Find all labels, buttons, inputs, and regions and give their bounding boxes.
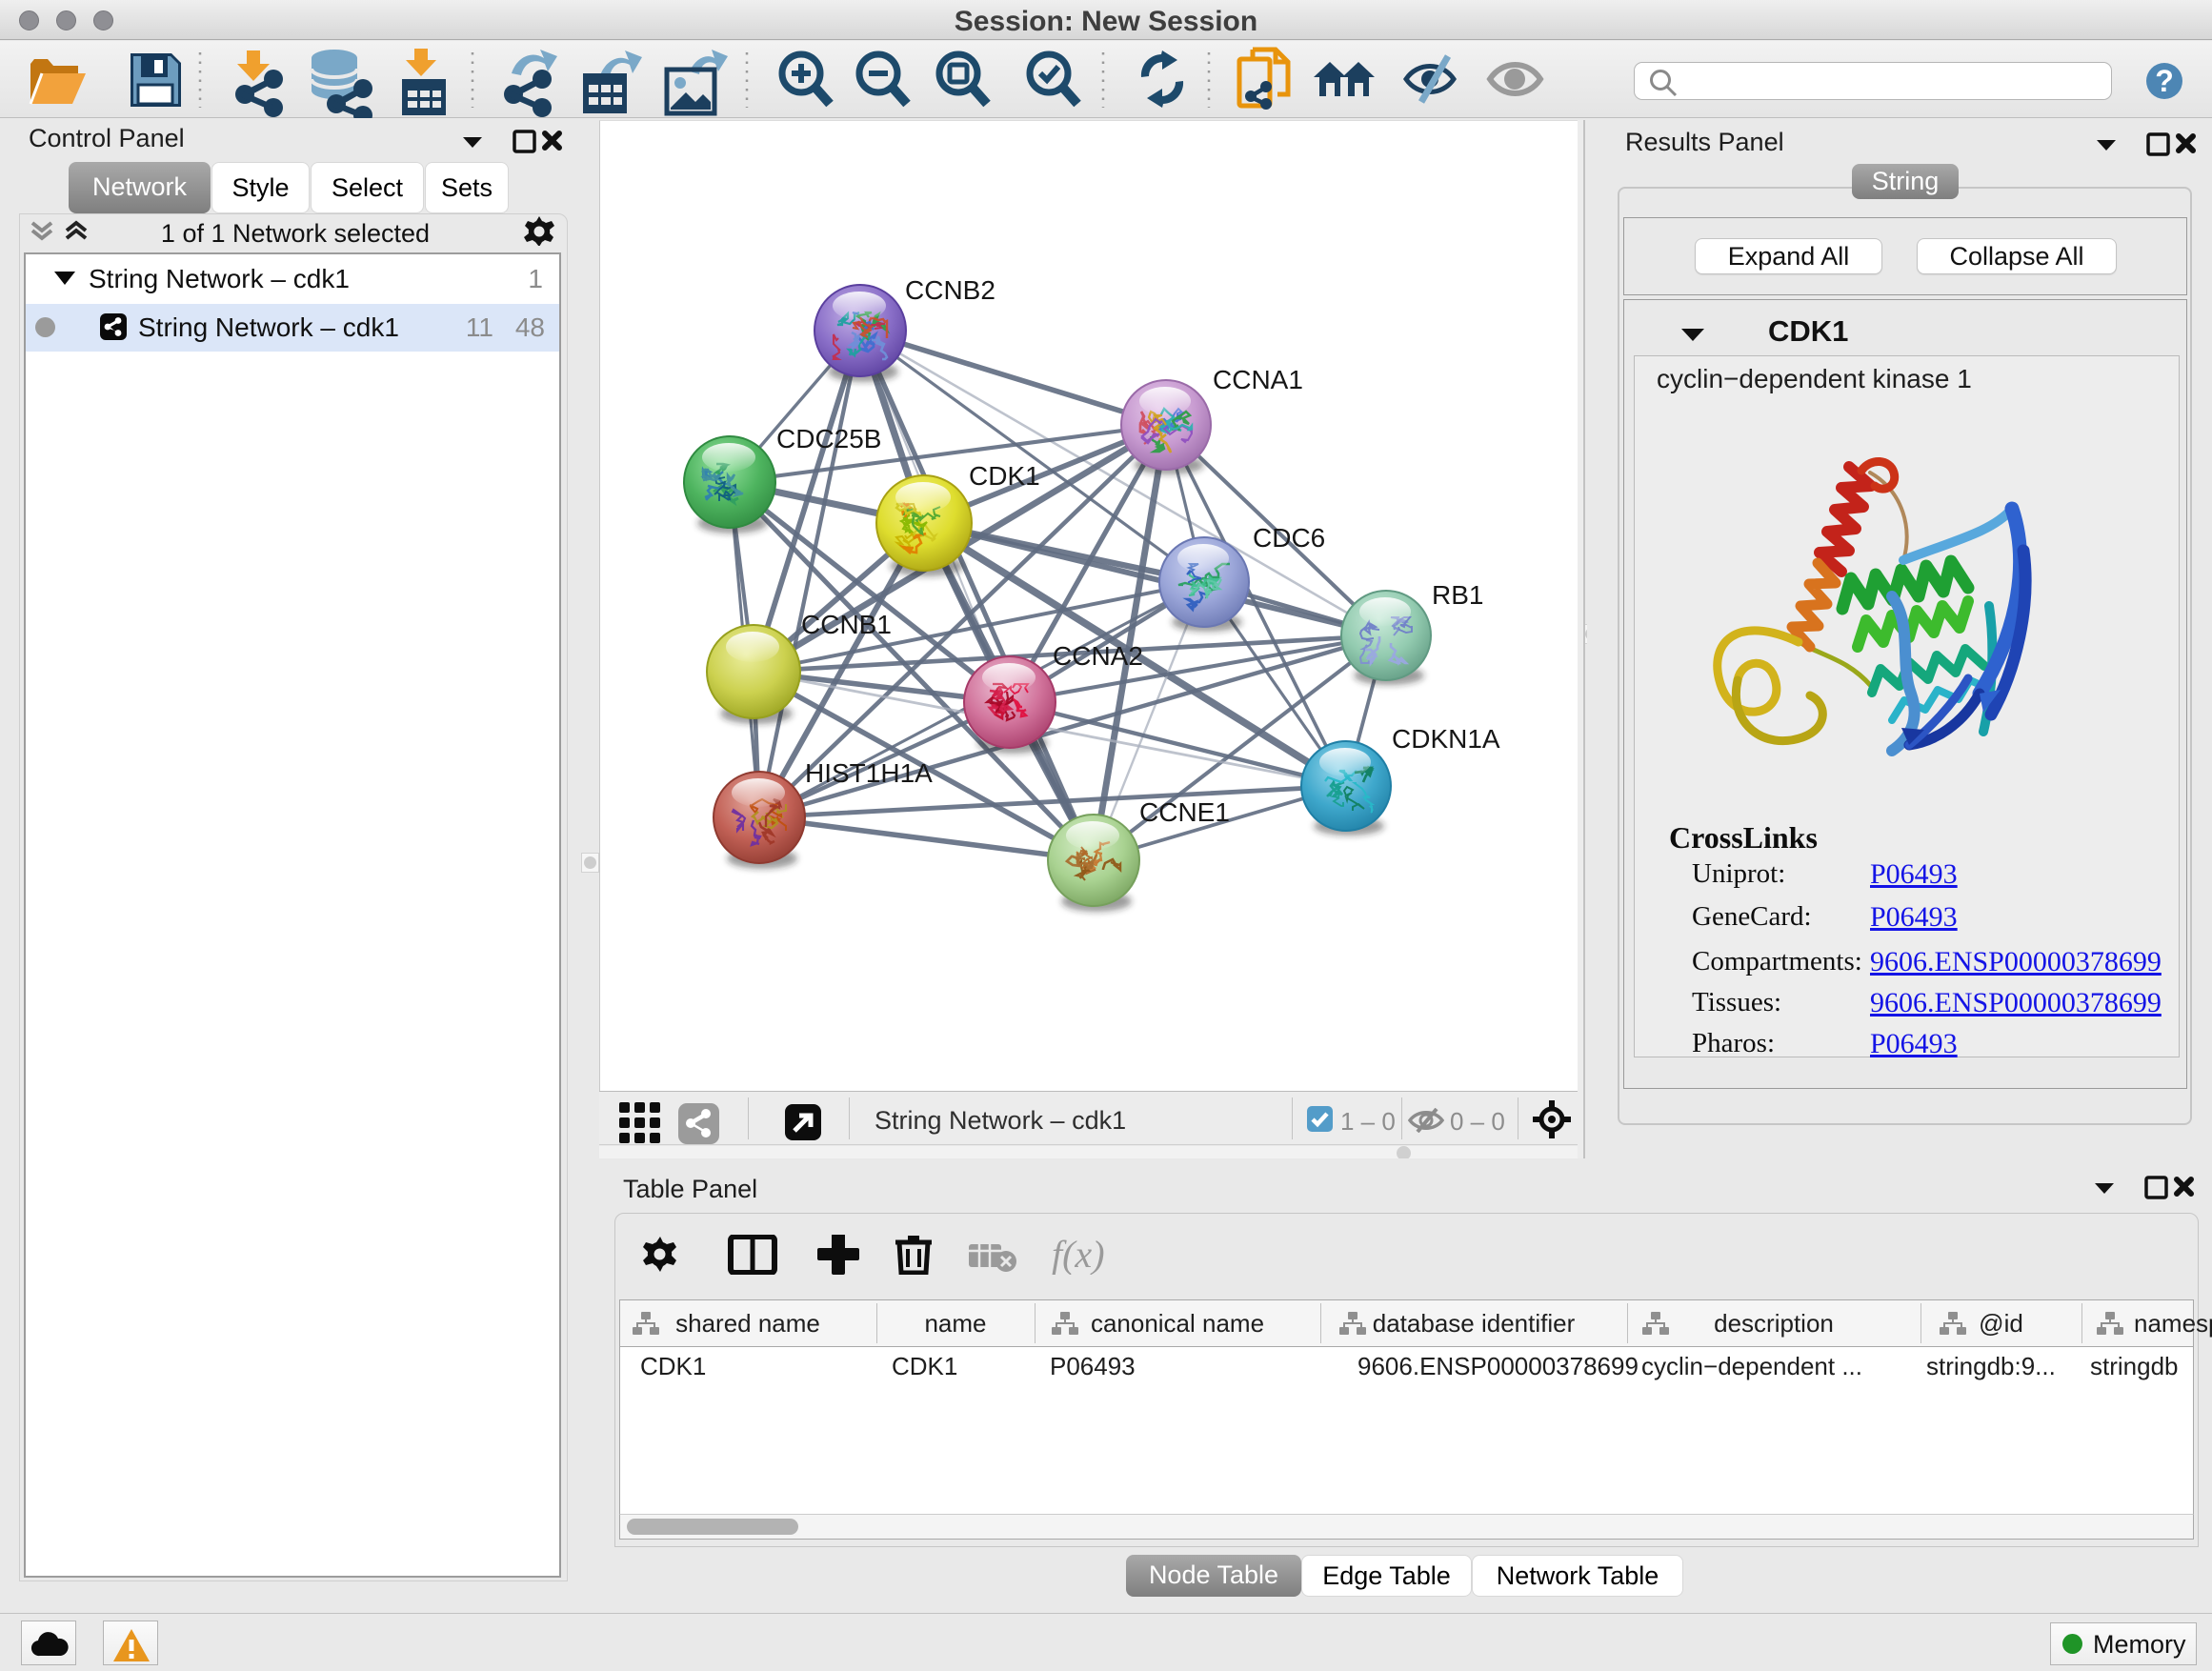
svg-text:HIST1H1A: HIST1H1A — [805, 758, 933, 788]
svg-text:?: ? — [2155, 64, 2174, 98]
svg-text:CDC25B: CDC25B — [776, 424, 881, 453]
svg-text:CCNA1: CCNA1 — [1213, 365, 1303, 394]
svg-text:CCNB1: CCNB1 — [801, 610, 892, 639]
svg-text:CCNB2: CCNB2 — [905, 275, 995, 305]
svg-text:CDC6: CDC6 — [1253, 523, 1325, 553]
svg-text:CDK1: CDK1 — [969, 461, 1040, 491]
svg-text:RB1: RB1 — [1432, 580, 1483, 610]
svg-text:CDKN1A: CDKN1A — [1392, 724, 1500, 754]
svg-text:CCNE1: CCNE1 — [1139, 797, 1230, 827]
svg-text:CCNA2: CCNA2 — [1053, 641, 1143, 671]
svg-text:f(x): f(x) — [1052, 1235, 1105, 1275]
